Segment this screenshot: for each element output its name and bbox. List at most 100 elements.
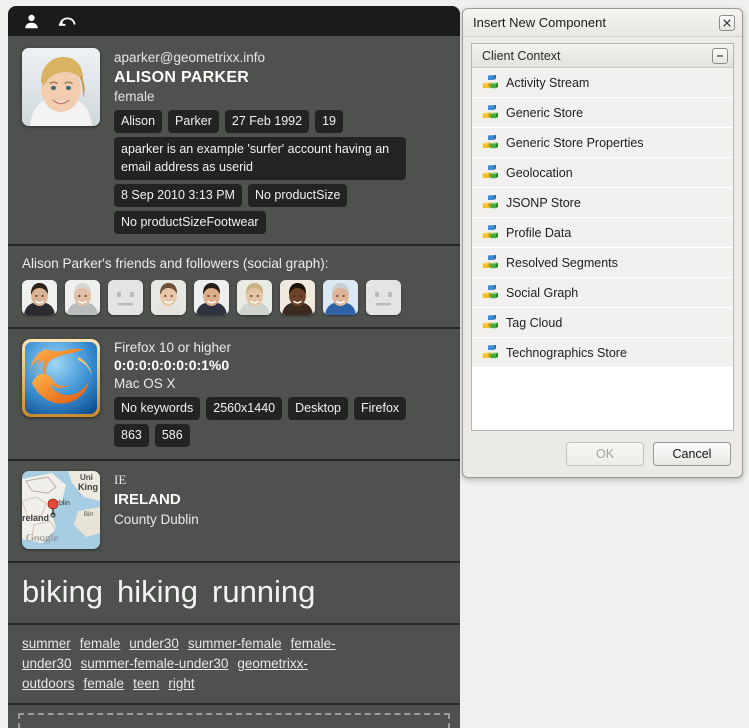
component-label: Generic Store Properties bbox=[506, 135, 644, 150]
profile-tag: 19 bbox=[315, 110, 343, 133]
technographics-ip: 0:0:0:0:0:0:0:1%0 bbox=[114, 357, 230, 373]
geo-country: IRELAND bbox=[114, 491, 181, 508]
component-list-item[interactable]: JSONP Store bbox=[472, 188, 733, 218]
component-list-item[interactable]: Generic Store Properties bbox=[472, 128, 733, 158]
component-list-item[interactable]: Profile Data bbox=[472, 218, 733, 248]
component-list-item[interactable]: Resolved Segments bbox=[472, 248, 733, 278]
component-cubes-icon bbox=[482, 345, 498, 360]
component-cubes-icon bbox=[482, 195, 498, 210]
friend-avatar-5[interactable] bbox=[194, 280, 229, 315]
friend-avatar-2[interactable] bbox=[65, 280, 100, 315]
close-icon[interactable] bbox=[719, 14, 735, 31]
tag-cloud-item[interactable]: biking bbox=[22, 574, 103, 610]
component-cubes-icon bbox=[482, 105, 498, 120]
ok-button[interactable]: OK bbox=[566, 442, 644, 466]
client-context-panel: aparker@geometrixx.info ALISON PARKER fe… bbox=[8, 6, 460, 728]
profile-tag: No productSizeFootwear bbox=[114, 211, 266, 234]
component-list: Activity Stream Generic Store Generic Stor… bbox=[472, 68, 733, 430]
undo-arrow-icon[interactable] bbox=[56, 10, 78, 32]
profile-tag: 27 Feb 1992 bbox=[224, 110, 310, 133]
component-list-item[interactable]: Technographics Store bbox=[472, 338, 733, 368]
friend-avatar-4[interactable] bbox=[151, 280, 186, 315]
profile-gender: female bbox=[114, 89, 155, 104]
social-graph-title: Alison Parker's friends and followers (s… bbox=[22, 256, 329, 271]
segment-link[interactable]: right bbox=[168, 676, 194, 691]
profile-tags-row-3: No productSizeFootwear bbox=[114, 211, 446, 234]
dialog-body: Client Context Activity Stream Generic St… bbox=[471, 43, 734, 431]
component-list-item[interactable]: Geolocation bbox=[472, 158, 733, 188]
segment-link[interactable]: female bbox=[84, 676, 125, 691]
component-cubes-icon bbox=[482, 165, 498, 180]
profile-tag: No productSize bbox=[247, 184, 348, 207]
component-cubes-icon bbox=[482, 255, 498, 270]
technographics-os: Mac OS X bbox=[114, 376, 176, 391]
profile-tag: Desktop bbox=[288, 397, 348, 420]
map-label-uni: Uni bbox=[80, 473, 93, 482]
map-pin bbox=[47, 498, 59, 510]
component-cubes-icon bbox=[482, 225, 498, 240]
tag-cloud-section: biking hiking running bbox=[8, 563, 460, 625]
component-label: Technographics Store bbox=[506, 345, 627, 360]
component-label: Tag Cloud bbox=[506, 315, 563, 330]
friend-avatar-6[interactable] bbox=[237, 280, 272, 315]
friend-avatar-9[interactable] bbox=[366, 280, 401, 315]
technographics-browser: Firefox 10 or higher bbox=[114, 340, 232, 355]
profile-tag: 586 bbox=[154, 424, 190, 447]
profile-tag: 8 Sep 2010 3:13 PM bbox=[114, 184, 242, 207]
dialog-footer: OK Cancel bbox=[463, 431, 742, 477]
technographics-tags-row-2: 863 586 bbox=[114, 424, 406, 447]
profile-tags-row-2: 8 Sep 2010 3:13 PM No productSize bbox=[114, 184, 446, 207]
component-list-item[interactable]: Social Graph bbox=[472, 278, 733, 308]
drop-target[interactable]: Drag components or assets here bbox=[18, 713, 450, 728]
component-cubes-icon bbox=[482, 315, 498, 330]
social-graph-section: Alison Parker's friends and followers (s… bbox=[8, 246, 460, 329]
profile-tag: Alison bbox=[114, 110, 163, 133]
component-list-item[interactable]: Generic Store bbox=[472, 98, 733, 128]
friend-avatar-3[interactable] bbox=[108, 280, 143, 315]
person-icon[interactable] bbox=[20, 10, 42, 32]
map-thumbnail-ireland: Uni King Dublin reland Birr Google bbox=[22, 471, 100, 549]
profile-about-row: aparker is an example 'surfer' account h… bbox=[114, 137, 446, 180]
geo-region: County Dublin bbox=[114, 512, 199, 527]
geo-country-code: IE bbox=[114, 472, 127, 487]
map-attribution: Google bbox=[26, 532, 59, 544]
map-label-birr: Birr bbox=[84, 512, 93, 518]
resolved-segments-section: summer female under30 summer-female female-u… bbox=[8, 625, 460, 705]
profile-tag: Firefox bbox=[353, 397, 407, 420]
technographics-tags-row-1: No keywords 2560x1440 Desktop Firefox bbox=[114, 397, 407, 420]
segment-link[interactable]: under30 bbox=[129, 636, 179, 651]
component-label: Resolved Segments bbox=[506, 255, 618, 270]
dialog-title: Insert New Component bbox=[473, 15, 606, 30]
component-label: Generic Store bbox=[506, 105, 584, 120]
component-label: Profile Data bbox=[506, 225, 572, 240]
component-group-header[interactable]: Client Context bbox=[472, 44, 733, 68]
cancel-button[interactable]: Cancel bbox=[653, 442, 731, 466]
component-label: Activity Stream bbox=[506, 75, 590, 90]
friend-avatar-8[interactable] bbox=[323, 280, 358, 315]
segment-link[interactable]: summer-female-under30 bbox=[81, 656, 229, 671]
profile-tag: 2560x1440 bbox=[206, 397, 283, 420]
map-label-king: King bbox=[78, 482, 98, 492]
drop-target-section: Drag components or assets here bbox=[8, 705, 460, 728]
component-cubes-icon bbox=[482, 285, 498, 300]
technographics-section: Firefox 10 or higher 0:0:0:0:0:0:0:1%0 M… bbox=[8, 329, 460, 461]
segment-link[interactable]: summer bbox=[22, 636, 71, 651]
profile-section: aparker@geometrixx.info ALISON PARKER fe… bbox=[8, 36, 460, 246]
client-context-toolbar bbox=[8, 6, 460, 36]
minus-icon[interactable] bbox=[712, 47, 728, 64]
segment-link[interactable]: summer-female bbox=[188, 636, 282, 651]
component-list-item[interactable]: Activity Stream bbox=[472, 68, 733, 98]
segment-link[interactable]: female bbox=[80, 636, 121, 651]
profile-avatar bbox=[22, 48, 100, 126]
component-list-item[interactable]: Tag Cloud bbox=[472, 308, 733, 338]
profile-about: aparker is an example 'surfer' account h… bbox=[114, 137, 406, 180]
profile-tag: 863 bbox=[114, 424, 149, 447]
segment-link[interactable]: teen bbox=[133, 676, 159, 691]
firefox-icon bbox=[22, 339, 100, 417]
profile-tag: No keywords bbox=[114, 397, 201, 420]
tag-cloud-item[interactable]: running bbox=[212, 574, 315, 610]
profile-tags-row-1: Alison Parker 27 Feb 1992 19 bbox=[114, 110, 446, 133]
tag-cloud-item[interactable]: hiking bbox=[117, 574, 198, 610]
friend-avatar-7[interactable] bbox=[280, 280, 315, 315]
friend-avatar-1[interactable] bbox=[22, 280, 57, 315]
